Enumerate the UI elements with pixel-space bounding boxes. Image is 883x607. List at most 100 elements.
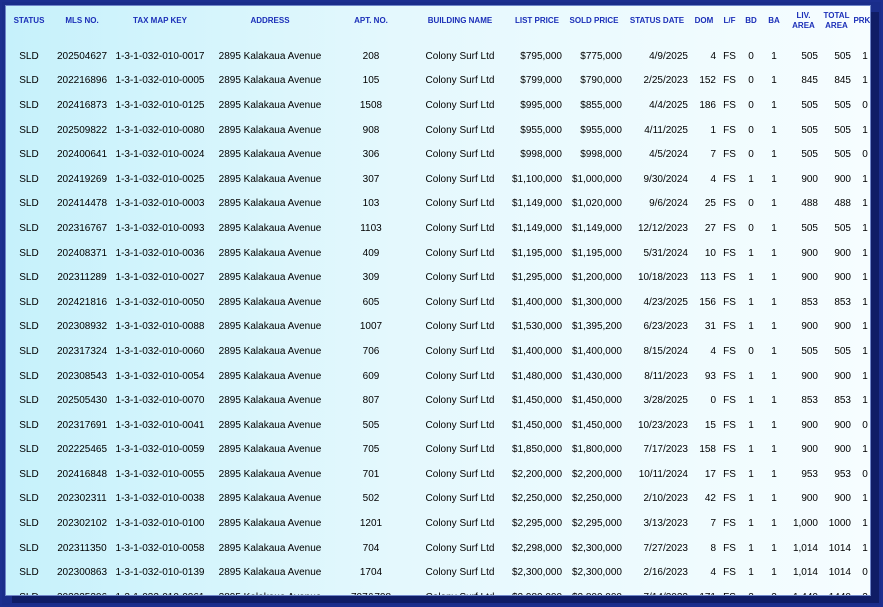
cell-address: 2895 Kalakaua Avenue	[218, 395, 322, 407]
cell-list-price: $1,295,000	[512, 272, 563, 284]
cell-status-date: 5/31/2024	[643, 247, 689, 259]
cell-dom: 4	[710, 345, 716, 357]
cell-status: SLD	[19, 493, 39, 505]
cell-bd: 0	[748, 345, 754, 357]
cell-tax-map-key: 1-3-1-032-010-0139	[115, 567, 205, 579]
cell-bd: 1	[748, 444, 754, 456]
cell-bd: 1	[748, 173, 754, 185]
cell-status-date: 10/11/2024	[638, 468, 688, 480]
cell-list-price: $2,300,000	[512, 567, 563, 579]
cell-bd: 1	[748, 247, 754, 259]
cell-sold-price: $2,250,000	[571, 493, 622, 505]
cell-status-date: 10/23/2023	[637, 419, 688, 431]
cell-tax-map-key: 1-3-1-032-010-0038	[115, 493, 205, 505]
cell-lf: FS	[723, 149, 736, 161]
cell-bd: 1	[748, 493, 754, 505]
listing-panel: STATUS MLS NO. TAX MAP KEY ADDRESS APT. …	[5, 5, 871, 596]
table-row: SLD 202225465 1-3-1-032-010-0059 2895 Kalak…	[6, 438, 870, 463]
cell-building-name: Colony Surf Ltd	[425, 518, 495, 530]
table-row: SLD 202421816 1-3-1-032-010-0050 2895 Kalak…	[6, 290, 870, 315]
cell-status: SLD	[19, 99, 39, 111]
cell-lf: FS	[723, 542, 736, 554]
cell-sold-price: $1,450,000	[571, 395, 622, 407]
cell-status-date: 7/14/2023	[624, 585, 690, 595]
cell-prkg: 1	[862, 50, 868, 62]
cell-sold-price: $2,800,000	[564, 585, 624, 595]
cell-mls-no: 202419269	[56, 173, 108, 185]
cell-liv-area: 505	[801, 149, 818, 161]
cell-status: SLD	[19, 321, 39, 333]
cell-total-area: 505	[834, 222, 851, 234]
col-header-bd: BD	[745, 16, 757, 25]
header-row: STATUS MLS NO. TAX MAP KEY ADDRESS APT. …	[6, 6, 871, 36]
cell-liv-area: 900	[801, 493, 818, 505]
cell-liv-area: 845	[801, 75, 818, 87]
cell-dom: 7	[710, 149, 716, 161]
cell-tax-map-key: 1-3-1-032-010-0093	[115, 222, 205, 234]
cell-ba: 1	[771, 370, 777, 382]
cell-lf: FS	[723, 296, 736, 308]
cell-building-name: Colony Surf Ltd	[425, 247, 495, 259]
cell-total-area: 953	[834, 468, 851, 480]
cell-bd: 1	[748, 468, 754, 480]
col-header-prkg: PRKG	[853, 16, 871, 25]
cell-tax-map-key: 1-3-1-032-010-0088	[115, 321, 205, 333]
cell-bd: 1	[748, 395, 754, 407]
listing-table: STATUS MLS NO. TAX MAP KEY ADDRESS APT. …	[6, 6, 871, 595]
cell-liv-area: 505	[801, 99, 818, 111]
cell-list-price: $1,149,000	[512, 198, 563, 210]
col-header-status: STATUS	[13, 16, 45, 25]
cell-status: SLD	[19, 50, 39, 62]
cell-bd: 0	[748, 75, 754, 87]
cell-apt-no: 105	[362, 75, 380, 87]
table-row: SLD 202216896 1-3-1-032-010-0005 2895 Kalak…	[6, 69, 870, 94]
cell-status: SLD	[19, 444, 39, 456]
cell-apt-no: 1103	[360, 222, 382, 234]
cell-liv-area: 1,000	[792, 518, 818, 530]
cell-status-date: 9/6/2024	[649, 198, 688, 210]
cell-building-name: Colony Surf Ltd	[425, 567, 495, 579]
cell-list-price: $1,850,000	[512, 444, 563, 456]
cell-total-area: 853	[834, 395, 851, 407]
cell-total-area: 845	[834, 75, 851, 87]
cell-apt-no: 307	[362, 173, 380, 185]
cell-address: 2895 Kalakaua Avenue	[208, 585, 332, 595]
cell-total-area: 505	[834, 99, 851, 111]
cell-sold-price: $2,295,000	[571, 518, 622, 530]
cell-lf: FS	[723, 468, 736, 480]
cell-prkg: 1	[862, 247, 868, 259]
cell-liv-area: 900	[801, 321, 818, 333]
cell-list-price: $1,100,000	[512, 173, 563, 185]
cell-bd: 0	[748, 99, 754, 111]
cell-sold-price: $2,300,000	[571, 542, 622, 554]
cell-apt-no: 409	[362, 247, 380, 259]
cell-dom: 4	[710, 50, 716, 62]
cell-sold-price: $2,200,000	[571, 468, 622, 480]
cell-liv-area: 505	[801, 222, 818, 234]
cell-status-date: 12/12/2023	[637, 222, 688, 234]
cell-list-price: $1,450,000	[512, 395, 563, 407]
cell-prkg: 0	[862, 468, 868, 480]
table-row: SLD 202505430 1-3-1-032-010-0070 2895 Kalak…	[6, 388, 870, 413]
cell-mls-no: 202416873	[56, 99, 108, 111]
report-frame: STATUS MLS NO. TAX MAP KEY ADDRESS APT. …	[0, 0, 883, 607]
cell-prkg: 1	[862, 222, 868, 234]
cell-liv-area: 505	[801, 345, 818, 357]
cell-building-name: Colony Surf Ltd	[425, 272, 495, 284]
cell-list-price: $799,000	[520, 75, 562, 87]
cell-dom: 158	[699, 444, 716, 456]
cell-address: 2895 Kalakaua Avenue	[218, 272, 322, 284]
cell-total-area: 1000	[828, 518, 851, 530]
cell-mls-no: 202308932	[56, 321, 108, 333]
cell-prkg: 2	[853, 585, 870, 595]
cell-lf: FS	[723, 198, 736, 210]
cell-prkg: 1	[862, 370, 868, 382]
cell-bd: 1	[748, 370, 754, 382]
cell-status: SLD	[19, 395, 39, 407]
cell-total-area: 505	[834, 124, 851, 136]
table-row: SLD 202408371 1-3-1-032-010-0036 2895 Kalak…	[6, 241, 870, 266]
cell-bd: 0	[748, 50, 754, 62]
cell-tax-map-key: 1-3-1-032-010-0024	[115, 149, 205, 161]
table-row: SLD 202308932 1-3-1-032-010-0088 2895 Kalak…	[6, 315, 870, 340]
cell-mls-no: 202416848	[56, 468, 108, 480]
